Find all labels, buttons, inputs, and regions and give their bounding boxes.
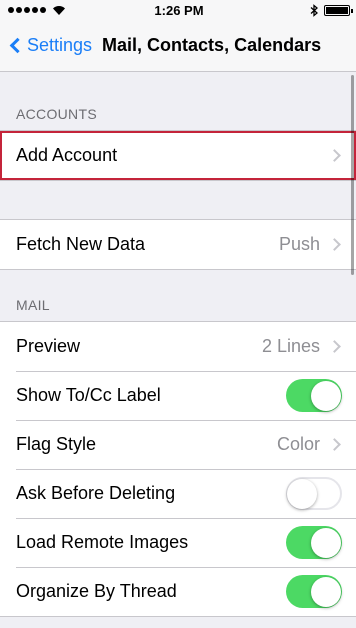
scrollbar[interactable] (351, 75, 354, 275)
status-right (240, 3, 353, 17)
preview-value: 2 Lines (261, 336, 320, 356)
load-remote-images-label: Load Remote Images (16, 532, 189, 552)
show-to-cc-row: Show To/Cc Label (0, 371, 356, 420)
accounts-section-header: ACCOUNTS (16, 106, 97, 122)
status-left (8, 5, 118, 16)
fetch-label: Fetch New Data (16, 234, 146, 254)
show-to-cc-label: Show To/Cc Label (16, 385, 161, 405)
fetch-value: Push (278, 234, 320, 254)
mail-group: Preview 2 Lines Show To/Cc Label Flag St… (0, 321, 356, 617)
add-account-row[interactable]: Add Account (0, 131, 356, 180)
battery-icon (323, 4, 353, 16)
status-bar: 1:26 PM (0, 0, 356, 20)
chevron-right-icon (328, 438, 341, 451)
back-chevron-icon (9, 37, 26, 54)
preview-label: Preview (16, 336, 81, 356)
ask-before-deleting-label: Ask Before Deleting (16, 483, 176, 503)
organize-by-thread-toggle[interactable] (286, 575, 342, 608)
chevron-right-icon (328, 149, 341, 162)
load-remote-images-row: Load Remote Images (0, 518, 356, 567)
bluetooth-icon (310, 3, 318, 17)
chevron-right-icon (328, 238, 341, 251)
organize-by-thread-label: Organize By Thread (16, 581, 177, 601)
accounts-group: Add Account (0, 130, 356, 181)
wifi-icon (53, 5, 65, 15)
back-button[interactable]: Settings (8, 35, 92, 56)
preview-row[interactable]: Preview 2 Lines (0, 322, 356, 371)
chevron-right-icon (328, 340, 341, 353)
flag-style-label: Flag Style (16, 434, 97, 454)
signal-dots-icon (8, 7, 46, 13)
fetch-new-data-row[interactable]: Fetch New Data Push (0, 220, 356, 269)
nav-bar: Settings Mail, Contacts, Calendars (0, 20, 356, 72)
flag-style-value: Color (276, 434, 320, 454)
fetch-group: Fetch New Data Push (0, 219, 356, 270)
flag-style-row[interactable]: Flag Style Color (0, 420, 356, 469)
ask-before-deleting-toggle[interactable] (286, 477, 342, 510)
page-title: Mail, Contacts, Calendars (102, 35, 322, 55)
mail-section-header: MAIL (16, 297, 50, 313)
organize-by-thread-row: Organize By Thread (0, 567, 356, 616)
back-label: Settings (27, 35, 93, 55)
status-time: 1:26 PM (154, 2, 204, 18)
ask-before-deleting-row: Ask Before Deleting (0, 469, 356, 518)
add-account-label: Add Account (16, 145, 118, 165)
show-to-cc-toggle[interactable] (286, 379, 342, 412)
load-remote-images-toggle[interactable] (286, 526, 342, 559)
